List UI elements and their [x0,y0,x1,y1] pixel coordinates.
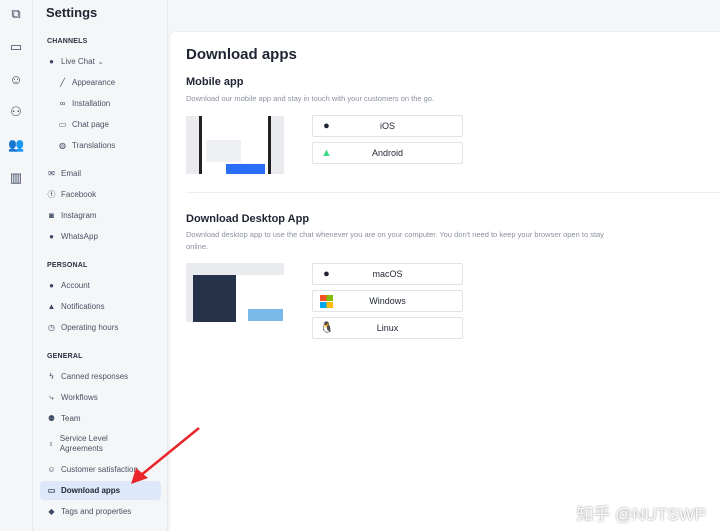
watermark: 知乎 @NUTSWP [576,505,706,524]
annotation-arrow [131,427,200,484]
